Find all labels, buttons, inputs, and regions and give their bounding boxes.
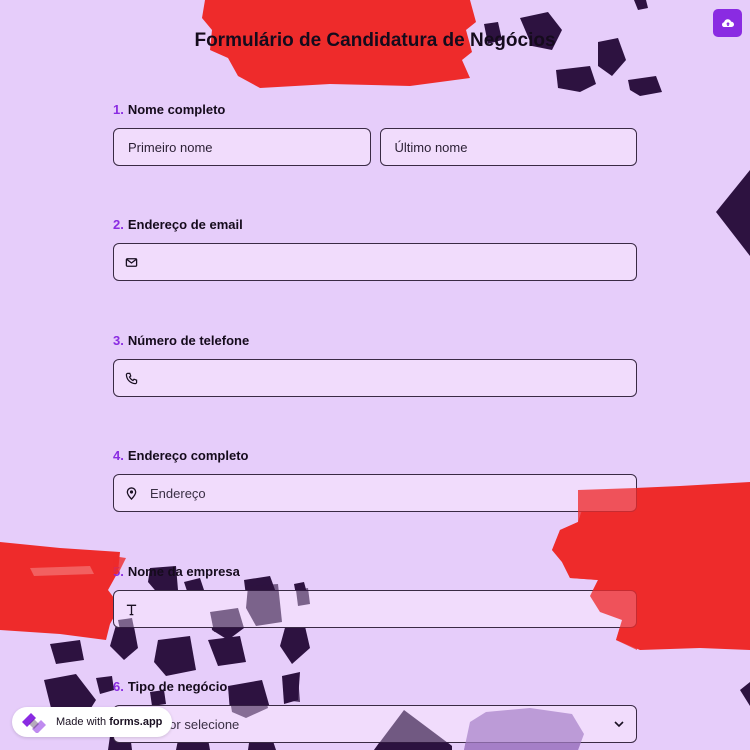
question-text: Nome completo (127, 102, 226, 117)
chevron-down-icon (614, 721, 624, 728)
cloud-upload-icon (721, 19, 734, 27)
made-with-badge[interactable]: Made with forms.app (12, 707, 173, 737)
question-text: Endereço de email (127, 217, 243, 232)
question-label: 6. Tipo de negócio (113, 678, 637, 696)
question-number: 5. (113, 564, 124, 579)
question-full-name: 1. Nome completo Primeiro nome Último nom… (113, 101, 637, 166)
business-type-select[interactable]: Por favor selecione (113, 705, 637, 743)
phone-input[interactable] (113, 359, 637, 397)
question-phone: 3. Número de telefone (113, 332, 637, 397)
question-text: Endereço completo (127, 448, 249, 463)
question-label: 4. Endereço completo (113, 447, 637, 465)
question-number: 6. (113, 679, 124, 694)
made-with-text: Made with forms.app (56, 716, 162, 728)
question-label: 1. Nome completo (113, 101, 637, 119)
phone-icon (124, 371, 138, 385)
address-placeholder: Endereço (150, 485, 206, 501)
question-email: 2. Endereço de email (113, 216, 637, 281)
question-company-name: 5. Nome da empresa (113, 563, 637, 628)
question-label: 5. Nome da empresa (113, 563, 637, 581)
question-text: Nome da empresa (127, 564, 240, 579)
first-name-input[interactable]: Primeiro nome (113, 128, 371, 166)
form-title: Formulário de Candidatura de Negócios (194, 30, 556, 51)
first-name-placeholder: Primeiro nome (128, 139, 213, 155)
map-pin-icon (124, 486, 138, 500)
question-number: 3. (113, 333, 124, 348)
save-progress-button[interactable] (713, 9, 742, 37)
company-name-input[interactable] (113, 590, 637, 628)
question-business-type: 6. Tipo de negócio Por favor selecione (113, 678, 637, 743)
address-input[interactable]: Endereço (113, 474, 637, 512)
question-label: 3. Número de telefone (113, 332, 637, 350)
last-name-input[interactable]: Último nome (379, 128, 637, 166)
last-name-placeholder: Último nome (394, 139, 468, 155)
envelope-icon (124, 255, 138, 269)
question-address: 4. Endereço completo Endereço (113, 447, 637, 512)
forms-app-logo-icon (22, 713, 46, 733)
question-label: 2. Endereço de email (113, 216, 637, 234)
question-number: 4. (113, 448, 124, 463)
question-number: 1. (113, 102, 124, 117)
text-icon (124, 602, 138, 616)
brand-name: forms.app (109, 716, 163, 728)
email-input[interactable] (113, 243, 637, 281)
question-text: Número de telefone (127, 333, 250, 348)
question-number: 2. (113, 217, 124, 232)
question-text: Tipo de negócio (127, 679, 228, 694)
made-with-prefix: Made with (56, 716, 107, 728)
